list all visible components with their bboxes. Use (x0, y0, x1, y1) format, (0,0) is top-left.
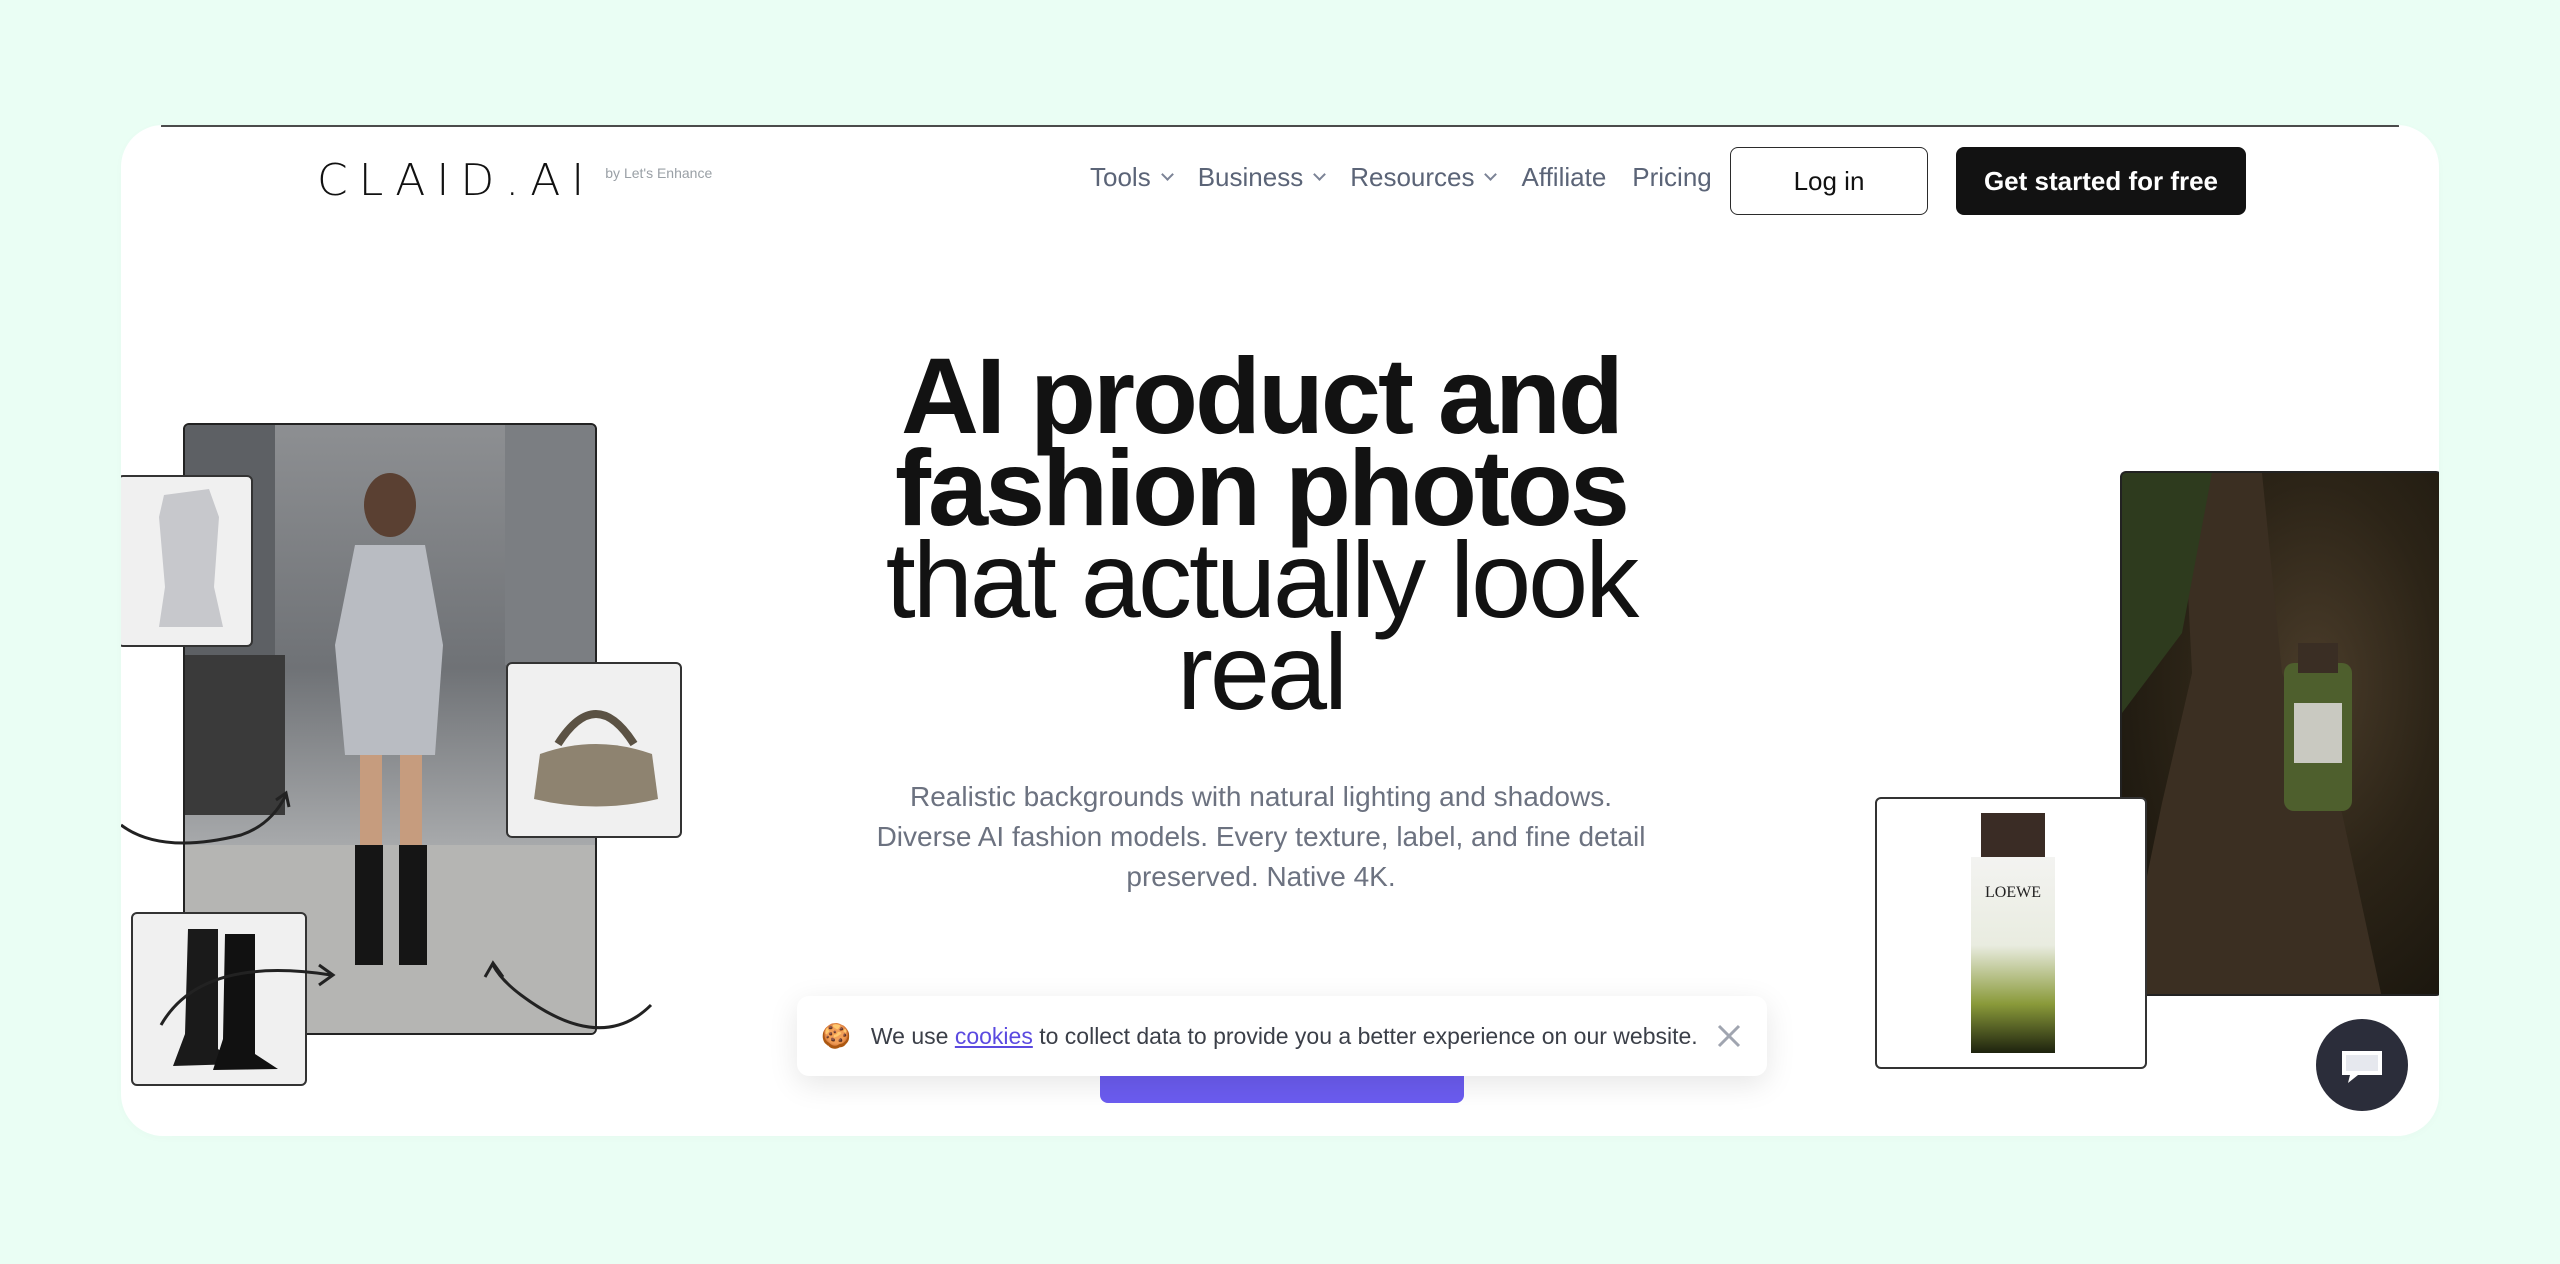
logo[interactable]: CLAID.AI by Let's Enhance (317, 155, 712, 206)
hero-subtitle: Realistic backgrounds with natural light… (876, 781, 1646, 892)
nav-pricing-label: Pricing (1632, 161, 1712, 192)
nav-tools-label: Tools (1090, 161, 1151, 192)
chevron-down-icon (1484, 167, 1498, 181)
chevron-down-icon (1160, 167, 1174, 181)
nav-business[interactable]: Business (1197, 161, 1327, 193)
close-icon[interactable] (1715, 1022, 1743, 1050)
get-started-button[interactable]: Get started for free (1956, 147, 2246, 215)
nav-affiliate-label: Affiliate (1521, 161, 1607, 192)
collage-arrows (121, 790, 653, 1030)
cookie-banner: 🍪 We use cookies to collect data to prov… (797, 996, 1767, 1076)
nav-resources-label: Resources (1350, 161, 1475, 192)
hero-title: AI product and fashion photos that actua… (841, 342, 1681, 726)
chat-button[interactable] (2316, 1019, 2408, 1111)
logo-text: CLAID.AI (317, 155, 596, 206)
main-nav: Tools Business Resources Affiliate Prici… (1090, 143, 1738, 211)
perfume-forest-photo (2120, 471, 2439, 996)
main-card: CLAID.AI by Let's Enhance Tools Business… (121, 125, 2439, 1136)
chat-icon (2342, 1051, 2382, 1083)
cookie-text-suffix: to collect data to provide you a better … (1032, 1022, 1698, 1049)
nav-tools[interactable]: Tools (1090, 161, 1174, 193)
chevron-down-icon (1313, 167, 1327, 181)
login-button[interactable]: Log in (1730, 147, 1928, 215)
nav-pricing[interactable]: Pricing (1632, 162, 1711, 193)
cookies-link[interactable]: cookies (955, 1023, 1033, 1050)
top-divider (161, 125, 2399, 127)
perfume-brand: LOEWE (1985, 884, 2041, 901)
cookie-text-prefix: We use (870, 1022, 955, 1049)
perfume-thumbnail: LOEWE (1875, 797, 2147, 1069)
nav-business-label: Business (1197, 161, 1304, 192)
nav-resources[interactable]: Resources (1350, 161, 1498, 193)
logo-subtext: by Let's Enhance (605, 165, 713, 181)
cookie-icon: 🍪 (821, 1022, 851, 1050)
nav-affiliate[interactable]: Affiliate (1521, 162, 1606, 193)
